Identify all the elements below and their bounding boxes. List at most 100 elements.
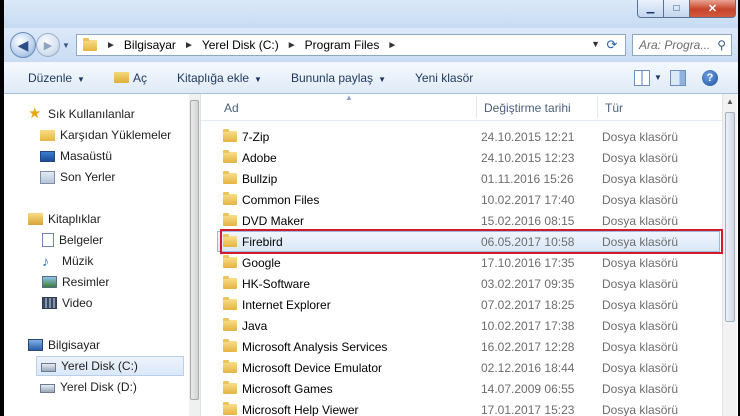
file-list-pane: ▲ Ad Değiştirme tarihi Tür 7-Zip 24.10.20…	[201, 93, 738, 416]
sidebar-item-local-disk-c[interactable]: Yerel Disk (C:)	[36, 356, 184, 376]
breadcrumb-separator[interactable]: ►	[101, 40, 121, 51]
search-input[interactable]: Ara: Progra... ⚲	[632, 34, 732, 56]
file-row[interactable]: 7-Zip 24.10.2015 12:21 Dosya klasörü	[217, 126, 720, 147]
breadcrumb-separator[interactable]: ►	[382, 40, 402, 51]
file-name: 7-Zip	[242, 130, 270, 144]
breadcrumb-separator[interactable]: ►	[282, 40, 302, 51]
refresh-icon[interactable]: ⟳	[603, 37, 621, 53]
file-row[interactable]: Microsoft Games 14.07.2009 06:55 Dosya kla…	[217, 378, 720, 399]
folder-icon	[223, 192, 237, 205]
breadcrumb-local-disk-c[interactable]: Yerel Disk (C:)	[199, 38, 282, 52]
share-with-button[interactable]: Bununla paylaş ▼	[291, 71, 386, 85]
file-row[interactable]: Common Files 10.02.2017 17:40 Dosya klasör…	[217, 189, 720, 210]
file-date: 24.10.2015 12:21	[481, 130, 575, 144]
file-date: 17.01.2017 15:23	[481, 403, 575, 416]
minimize-button[interactable]: ▁	[637, 0, 664, 18]
change-view-icon[interactable]	[634, 70, 650, 86]
file-row[interactable]: Java 10.02.2017 17:38 Dosya klasörü	[217, 315, 720, 336]
file-row[interactable]: Microsoft Device Emulator 02.12.2016 18:4…	[217, 357, 720, 378]
computer-icon	[28, 339, 43, 351]
organize-label: Düzenle	[28, 71, 73, 85]
file-row[interactable]: Google 17.10.2016 17:35 Dosya klasörü	[217, 252, 720, 273]
organize-button[interactable]: Düzenle ▼	[28, 71, 85, 85]
file-row[interactable]: Bullzip 01.11.2016 15:26 Dosya klasörü	[217, 168, 720, 189]
forward-button[interactable]: ▶	[36, 33, 60, 57]
file-date: 17.10.2016 17:35	[481, 256, 575, 270]
file-type: Dosya klasörü	[602, 319, 679, 333]
search-placeholder: Ara: Progra...	[639, 38, 711, 52]
file-row[interactable]: Internet Explorer 07.02.2017 18:25 Dosya k…	[217, 294, 720, 315]
folder-icon	[223, 297, 237, 310]
sidebar-item-label: Sık Kullanılanlar	[48, 107, 135, 121]
file-name: Microsoft Device Emulator	[242, 361, 383, 375]
new-folder-button[interactable]: Yeni klasör	[415, 71, 473, 85]
back-button[interactable]: ◀	[10, 32, 36, 58]
address-bar[interactable]: ► Bilgisayar ► Yerel Disk (C:) ► Program…	[76, 34, 626, 56]
file-type: Dosya klasörü	[602, 277, 679, 291]
folder-icon	[223, 213, 237, 226]
preview-pane-icon[interactable]	[670, 70, 686, 86]
file-type: Dosya klasörü	[602, 193, 679, 207]
sidebar-item-computer[interactable]: Bilgisayar	[28, 335, 100, 355]
file-type: Dosya klasörü	[602, 361, 679, 375]
sidebar-item-music[interactable]: ♪ Müzik	[42, 251, 93, 271]
address-dropdown-icon[interactable]: ▼	[591, 39, 600, 49]
file-name: Microsoft Games	[242, 382, 333, 396]
file-type: Dosya klasörü	[602, 256, 679, 270]
close-button[interactable]: ✕	[690, 0, 736, 18]
file-date: 01.11.2016 15:26	[481, 172, 574, 186]
maximize-button[interactable]: □	[664, 0, 690, 18]
breadcrumb-program-files[interactable]: Program Files	[302, 38, 383, 52]
sidebar-item-libraries[interactable]: Kitaplıklar	[28, 209, 101, 229]
breadcrumb-computer[interactable]: Bilgisayar	[121, 38, 179, 52]
file-name: Google	[242, 256, 281, 270]
help-icon[interactable]: ?	[702, 70, 718, 86]
file-row[interactable]: HK-Software 03.02.2017 09:35 Dosya klasörü	[217, 273, 720, 294]
file-name: HK-Software	[242, 277, 311, 291]
folder-icon	[223, 381, 237, 394]
column-header-name[interactable]: Ad	[224, 101, 239, 115]
file-date: 07.02.2017 18:25	[481, 298, 575, 312]
column-header-date[interactable]: Değiştirme tarihi	[484, 101, 571, 115]
sidebar-item-videos[interactable]: Video	[42, 293, 92, 313]
sort-ascending-icon: ▲	[345, 93, 353, 102]
folder-icon	[223, 402, 237, 415]
add-to-library-button[interactable]: Kitaplığa ekle ▼	[177, 71, 262, 85]
file-type: Dosya klasörü	[602, 151, 679, 165]
file-row[interactable]: DVD Maker 15.02.2016 08:15 Dosya klasörü	[217, 210, 720, 231]
sidebar-item-pictures[interactable]: Resimler	[42, 272, 109, 292]
folder-icon	[223, 171, 237, 184]
file-list-scrollbar[interactable]: ▲	[722, 94, 737, 416]
sidebar-item-recent-places[interactable]: Son Yerler	[40, 167, 115, 187]
sidebar-item-downloads[interactable]: Karşıdan Yüklemeler	[40, 125, 171, 145]
file-type: Dosya klasörü	[602, 130, 679, 144]
open-button[interactable]: Aç	[114, 71, 147, 85]
column-header-type[interactable]: Tür	[605, 101, 623, 115]
column-divider[interactable]	[597, 96, 598, 118]
file-row[interactable]: Microsoft Help Viewer 17.01.2017 15:23 Dos…	[217, 399, 720, 416]
sidebar-item-local-disk-d[interactable]: Yerel Disk (D:)	[40, 377, 137, 397]
sidebar-item-desktop[interactable]: Masaüstü	[40, 146, 112, 166]
navigation-scrollbar-thumb[interactable]	[190, 100, 199, 400]
file-name: Microsoft Help Viewer	[242, 403, 359, 416]
open-folder-icon	[114, 72, 129, 83]
scroll-up-icon[interactable]: ▲	[723, 94, 737, 110]
sidebar-item-label: Son Yerler	[60, 170, 116, 184]
command-bar: Düzenle ▼ Aç Kitaplığa ekle ▼ Bununla payl…	[4, 62, 738, 94]
hard-drive-icon	[40, 384, 55, 393]
file-row[interactable]: Adobe 24.10.2015 12:23 Dosya klasörü	[217, 147, 720, 168]
file-row[interactable]: Microsoft Analysis Services 16.02.2017 12…	[217, 336, 720, 357]
view-options-dropdown[interactable]: ▼	[654, 73, 662, 82]
back-arrow-icon: ◀	[17, 36, 29, 53]
recent-pages-dropdown[interactable]: ▼	[62, 41, 70, 50]
file-list-scrollbar-thumb[interactable]	[725, 112, 735, 322]
sidebar-item-favorites[interactable]: ★ Sık Kullanılanlar	[28, 104, 135, 124]
breadcrumb-separator[interactable]: ►	[179, 40, 199, 51]
column-divider[interactable]	[476, 96, 477, 118]
star-icon: ★	[28, 105, 42, 122]
sidebar-item-documents[interactable]: Belgeler	[42, 230, 103, 250]
add-to-library-label: Kitaplığa ekle	[177, 71, 250, 85]
navigation-scrollbar[interactable]	[189, 94, 200, 416]
sidebar-item-label: Kitaplıklar	[48, 212, 101, 226]
search-icon[interactable]: ⚲	[717, 38, 726, 52]
